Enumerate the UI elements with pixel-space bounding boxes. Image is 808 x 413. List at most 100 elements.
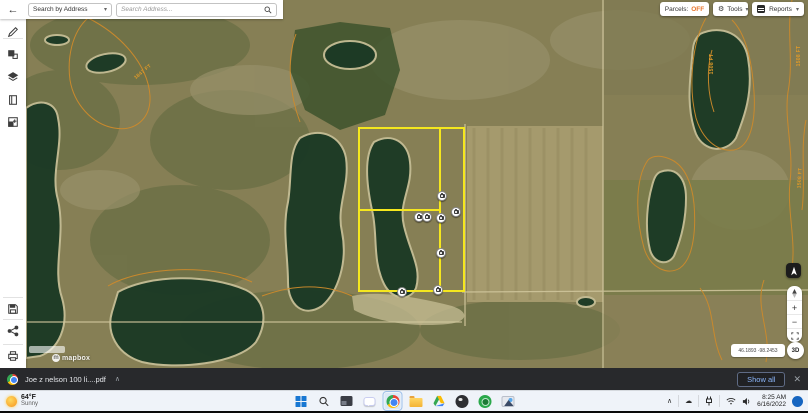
search-type-label: Search by Address xyxy=(33,6,88,13)
gear-icon: ⚙ xyxy=(718,5,724,13)
expand-icon xyxy=(791,332,799,340)
contour-elevation-label: 1508 FT xyxy=(796,46,802,67)
mapbox-attribution[interactable]: m mapbox xyxy=(52,354,90,362)
photo-marker[interactable] xyxy=(397,287,407,297)
google-drive-icon xyxy=(432,395,445,407)
taskbar-clock[interactable]: 8:25 AM 6/16/2022 xyxy=(757,394,786,409)
save-icon xyxy=(7,303,19,315)
wifi-icon[interactable] xyxy=(726,397,736,405)
photos-app-button[interactable] xyxy=(500,393,516,409)
share-icon xyxy=(7,325,19,337)
sidebar-divider xyxy=(3,297,23,298)
dark-window-icon xyxy=(341,396,353,406)
zoom-in-button[interactable]: + xyxy=(787,300,802,314)
camera-icon xyxy=(440,194,445,198)
camera-icon xyxy=(439,251,444,255)
photo-marker[interactable] xyxy=(436,248,446,258)
gimp-icon xyxy=(455,395,468,408)
parcels-toggle-button[interactable]: Parcels: OFF xyxy=(660,2,709,16)
layers-tool-button[interactable] xyxy=(0,68,26,86)
address-search-input[interactable]: Search Address... xyxy=(116,3,277,17)
weather-temperature: 64°F xyxy=(21,394,38,401)
tools-menu-button[interactable]: ⚙ Tools ▾ xyxy=(713,2,748,16)
windows-taskbar: 64°F Sunny ∧ ☁ 8:25 AM xyxy=(0,390,808,411)
tray-divider xyxy=(719,395,720,407)
location-arrow-icon xyxy=(789,266,799,276)
notification-badge[interactable] xyxy=(792,396,803,407)
file-menu-caret-icon[interactable]: ∧ xyxy=(115,375,120,383)
photo-marker[interactable] xyxy=(433,285,443,295)
hidden-icons-button[interactable]: ∧ xyxy=(667,397,672,405)
compass-button[interactable] xyxy=(787,286,802,300)
chat-app-button[interactable] xyxy=(362,393,378,409)
close-shelf-icon[interactable]: ✕ xyxy=(793,374,801,385)
3d-view-button[interactable]: 3D xyxy=(787,342,804,359)
back-arrow-button[interactable]: ← xyxy=(0,4,26,16)
zoom-out-button[interactable]: − xyxy=(787,314,802,328)
reports-menu-button[interactable]: Reports ▾ xyxy=(752,2,804,16)
book-icon xyxy=(7,94,19,106)
parcels-label: Parcels: xyxy=(665,6,688,13)
sidebar-divider xyxy=(3,38,23,39)
photo-export-button[interactable] xyxy=(0,113,26,131)
weather-condition: Sunny xyxy=(21,401,38,408)
photo-marker[interactable] xyxy=(437,191,447,201)
chevron-down-icon: ▾ xyxy=(745,6,748,13)
camera-icon xyxy=(417,215,422,219)
show-all-downloads-button[interactable]: Show all xyxy=(737,372,785,387)
search-icon xyxy=(264,6,272,14)
screen: 1508 FT1508 FT1847 FT1508 FT ← Search by… xyxy=(0,0,808,413)
share-button[interactable] xyxy=(0,322,26,340)
download-shelf: Joe z nelson 100 li....pdf ∧ Show all ✕ xyxy=(0,368,808,390)
contour-elevation-label: 1508 FT xyxy=(796,167,803,188)
tray-divider xyxy=(698,395,699,407)
volume-icon[interactable] xyxy=(742,397,751,406)
chat-bubble-icon xyxy=(364,397,376,406)
photo-marker[interactable] xyxy=(436,213,446,223)
geolocate-button[interactable] xyxy=(786,263,801,278)
search-type-dropdown[interactable]: Search by Address ▾ xyxy=(28,3,112,17)
field-book-button[interactable] xyxy=(0,91,26,109)
compass-needle-icon xyxy=(790,288,799,299)
mapbox-wordmark: mapbox xyxy=(62,355,90,362)
plug-device-icon[interactable] xyxy=(705,396,713,406)
map-zoom-controls: + − xyxy=(787,286,802,342)
google-drive-button[interactable] xyxy=(431,393,447,409)
search-placeholder: Search Address... xyxy=(121,6,172,13)
camera-icon xyxy=(454,210,459,214)
start-button[interactable] xyxy=(293,393,309,409)
map-canvas[interactable]: 1508 FT1508 FT1847 FT1508 FT xyxy=(0,0,808,368)
photo-marker[interactable] xyxy=(451,207,461,217)
camera-icon xyxy=(425,215,430,219)
mapbox-logo-icon: m xyxy=(52,354,60,362)
sidebar-divider xyxy=(3,319,23,320)
taskbar-search-button[interactable] xyxy=(316,393,332,409)
downloaded-file-item[interactable]: Joe z nelson 100 li....pdf xyxy=(25,375,106,384)
task-view-button[interactable] xyxy=(339,393,355,409)
tools-label: Tools xyxy=(727,6,742,13)
camera-icon xyxy=(436,288,441,292)
image-plus-icon xyxy=(7,116,19,128)
chrome-icon xyxy=(386,395,399,408)
onedrive-cloud-icon[interactable]: ☁ xyxy=(685,397,692,405)
weather-widget[interactable]: 64°F Sunny xyxy=(6,394,38,408)
save-button[interactable] xyxy=(0,300,26,318)
parcels-tool-button[interactable] xyxy=(0,46,26,64)
photo-marker[interactable] xyxy=(422,212,432,222)
greenshot-app-button[interactable] xyxy=(477,393,493,409)
fullscreen-button[interactable] xyxy=(787,328,802,342)
pdf-file-icon xyxy=(7,374,18,385)
print-button[interactable] xyxy=(0,347,26,365)
contour-elevation-label: 1508 FT xyxy=(709,54,715,75)
camera-icon xyxy=(439,216,444,220)
clock-date: 6/16/2022 xyxy=(757,401,786,409)
map-scale-bar xyxy=(29,346,65,353)
chevron-down-icon: ▾ xyxy=(104,6,107,13)
chrome-app-button[interactable] xyxy=(385,393,401,409)
green-circle-icon xyxy=(478,395,491,408)
file-explorer-button[interactable] xyxy=(408,393,424,409)
reports-icon xyxy=(757,5,765,13)
photos-icon xyxy=(501,396,514,407)
sidebar-divider xyxy=(3,344,23,345)
gimp-app-button[interactable] xyxy=(454,393,470,409)
